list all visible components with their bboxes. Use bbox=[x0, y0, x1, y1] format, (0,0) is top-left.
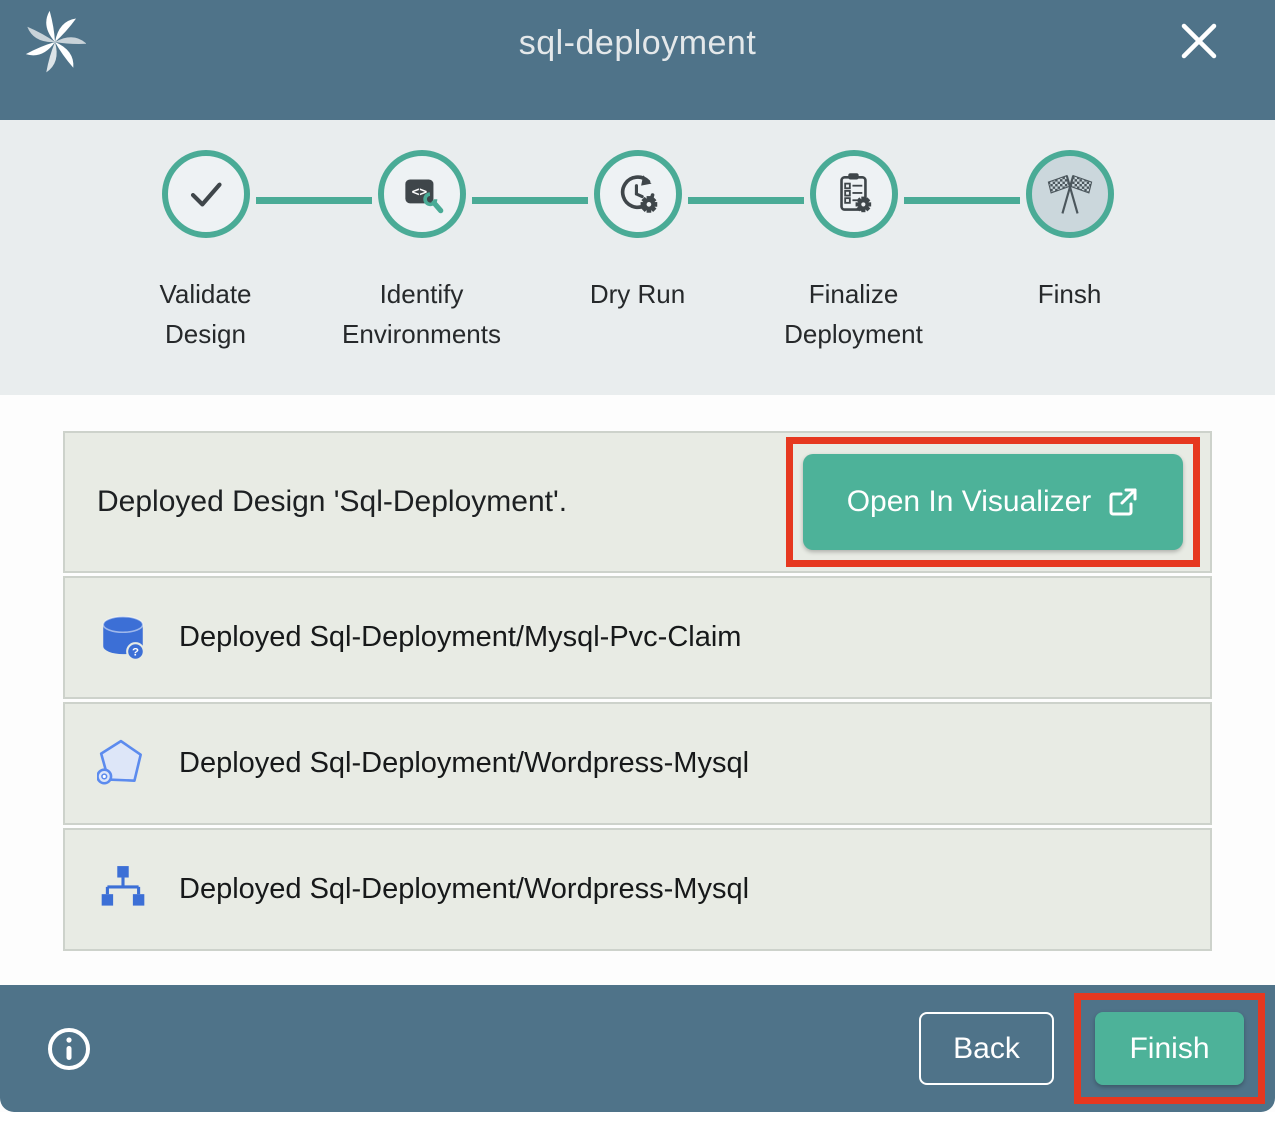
step-label: Finalize Deployment bbox=[764, 274, 944, 355]
modal-header: sql-deployment bbox=[0, 0, 1275, 120]
result-row-service: Deployed Sql-Deployment/Wordpress-Mysql bbox=[63, 702, 1212, 825]
step-identify-environments: <> Identify Environments bbox=[314, 150, 530, 355]
info-icon[interactable] bbox=[45, 1025, 93, 1073]
design-status-text: Deployed Design 'Sql-Deployment'. bbox=[97, 485, 567, 519]
step-label: Finsh bbox=[1038, 274, 1102, 314]
step-finish: Finsh bbox=[962, 150, 1178, 355]
step-circle-finalize bbox=[810, 150, 898, 238]
step-circle-finish bbox=[1026, 150, 1114, 238]
deployment-tree-icon bbox=[97, 864, 149, 916]
result-row-text: Deployed Sql-Deployment/Wordpress-Mysql bbox=[179, 873, 749, 906]
annotation-box-visualizer: Open In Visualizer bbox=[786, 437, 1200, 567]
svg-text:?: ? bbox=[132, 646, 139, 658]
finish-button[interactable]: Finish bbox=[1095, 1012, 1244, 1085]
modal-title: sql-deployment bbox=[0, 24, 1275, 63]
step-circle-identify: <> bbox=[378, 150, 466, 238]
service-pentagon-icon bbox=[97, 738, 149, 790]
result-row-deployment: Deployed Sql-Deployment/Wordpress-Mysql bbox=[63, 828, 1212, 951]
close-icon[interactable] bbox=[1176, 18, 1222, 64]
check-icon bbox=[180, 168, 232, 220]
back-button[interactable]: Back bbox=[919, 1012, 1054, 1085]
result-row-text: Deployed Sql-Deployment/Wordpress-Mysql bbox=[179, 747, 749, 780]
finish-flags-icon bbox=[1043, 167, 1097, 221]
deployment-results: Deployed Design 'Sql-Deployment'. Open I… bbox=[0, 395, 1275, 985]
step-circle-dry-run bbox=[594, 150, 682, 238]
dry-run-icon bbox=[612, 168, 664, 220]
open-in-visualizer-button[interactable]: Open In Visualizer bbox=[803, 454, 1183, 550]
code-config-icon: <> bbox=[396, 168, 448, 220]
deployment-modal: sql-deployment Validate Design bbox=[0, 0, 1275, 1112]
open-in-visualizer-label: Open In Visualizer bbox=[847, 485, 1092, 519]
result-row-pvc: ? Deployed Sql-Deployment/Mysql-Pvc-Clai… bbox=[63, 576, 1212, 699]
clipboard-gear-icon bbox=[828, 168, 880, 220]
pvc-database-icon: ? bbox=[97, 612, 149, 664]
modal-footer: Back Finish bbox=[0, 985, 1275, 1112]
launch-icon bbox=[1107, 486, 1139, 518]
step-label: Identify Environments bbox=[332, 274, 512, 355]
step-label: Validate Design bbox=[116, 274, 296, 355]
design-status-row: Deployed Design 'Sql-Deployment'. Open I… bbox=[63, 431, 1212, 573]
footer-actions: Back Finish bbox=[919, 993, 1265, 1104]
step-label: Dry Run bbox=[590, 274, 685, 314]
step-dry-run: Dry Run bbox=[530, 150, 746, 355]
result-row-text: Deployed Sql-Deployment/Mysql-Pvc-Claim bbox=[179, 621, 741, 654]
step-circle-validate bbox=[162, 150, 250, 238]
step-finalize-deployment: Finalize Deployment bbox=[746, 150, 962, 355]
step-validate-design: Validate Design bbox=[98, 150, 314, 355]
annotation-box-finish: Finish bbox=[1074, 993, 1265, 1104]
stepper: Validate Design <> Identify Environments bbox=[0, 120, 1275, 395]
